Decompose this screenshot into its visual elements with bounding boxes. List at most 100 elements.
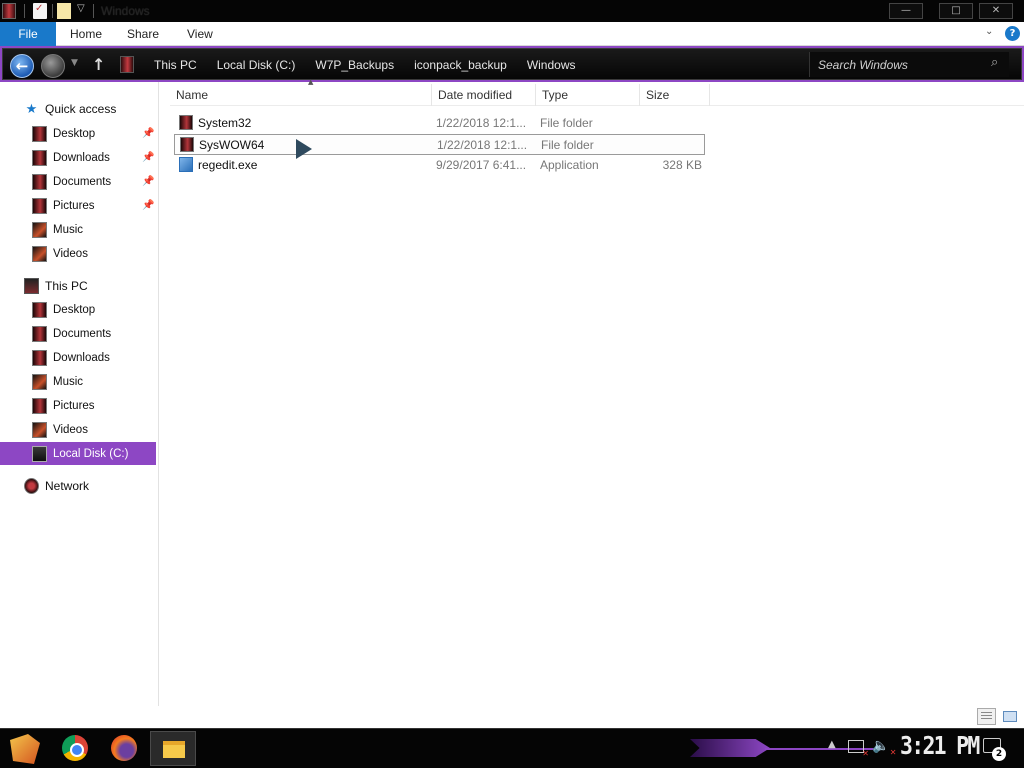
search-input[interactable] <box>818 56 978 73</box>
nav-pc-desktop[interactable]: Desktop <box>32 302 95 318</box>
nav-item-label: Local Disk (C:) <box>53 448 129 460</box>
up-arrow-icon[interactable]: ↑ <box>92 55 105 74</box>
nav-item-label: Documents <box>53 176 112 188</box>
firefox-icon[interactable] <box>111 735 137 761</box>
downloads-icon <box>32 150 47 166</box>
nav-item-label: Desktop <box>53 128 96 140</box>
pin-icon[interactable]: 📌 <box>142 128 154 139</box>
breadcrumb-iconpack-backup[interactable]: iconpack_backup <box>414 58 507 72</box>
nav-item-label: Music <box>53 376 84 388</box>
tab-home[interactable]: Home <box>70 22 102 46</box>
new-folder-quick-access-icon[interactable] <box>57 3 71 19</box>
taskbar-clock[interactable]: 3:21 PM <box>900 731 980 760</box>
breadcrumb-local-disk[interactable]: Local Disk (C:) <box>217 58 296 72</box>
nav-qa-documents[interactable]: Documents <box>32 174 111 190</box>
application-icon <box>179 157 193 172</box>
forward-button[interactable] <box>41 54 65 78</box>
column-headers: ▲ Name Date modified Type Size <box>170 78 1024 106</box>
file-explorer-taskbar-button[interactable] <box>150 731 196 766</box>
ribbon-tabs: File Home Share View ⌄ ? <box>0 22 1024 46</box>
title-divider <box>93 4 94 18</box>
file-date: 1/22/2018 12:1... <box>436 116 527 130</box>
nav-this-pc-label: This PC <box>45 279 88 293</box>
desktop-icon <box>32 126 47 142</box>
nav-qa-pictures[interactable]: Pictures <box>32 198 95 214</box>
file-explorer-icon <box>163 741 185 758</box>
recent-locations-chevron-icon[interactable]: ▼ <box>71 58 78 68</box>
pin-icon[interactable]: 📌 <box>142 200 154 211</box>
star-icon: ★ <box>25 101 38 116</box>
network-icon <box>24 478 39 494</box>
show-hidden-icons-chevron-icon[interactable]: ▲ <box>828 739 836 750</box>
breadcrumb: This PC Local Disk (C:) W7P_Backups icon… <box>154 49 596 81</box>
nav-quick-access[interactable]: ★ Quick access <box>24 101 117 117</box>
column-header-size[interactable]: Size <box>640 84 710 106</box>
tab-file[interactable]: File <box>0 22 56 46</box>
search-icon[interactable]: ⌕ <box>991 55 998 70</box>
start-icon[interactable] <box>10 734 40 764</box>
breadcrumb-w7p-backups[interactable]: W7P_Backups <box>315 58 394 72</box>
nav-this-pc[interactable]: This PC <box>24 278 88 294</box>
notification-count-badge: 2 <box>992 747 1006 761</box>
tab-view[interactable]: View <box>187 22 213 46</box>
nav-qa-videos[interactable]: Videos <box>32 246 88 262</box>
title-bar: ▽ Windows — □ ✕ <box>0 0 1024 22</box>
column-header-date-modified[interactable]: Date modified <box>432 84 536 106</box>
folder-icon <box>180 137 194 152</box>
drive-icon <box>32 446 47 462</box>
nav-item-label: Desktop <box>53 304 96 316</box>
nav-item-label: Videos <box>53 248 88 260</box>
nav-network[interactable]: Network <box>24 478 89 494</box>
navigation-pane: ★ Quick access Desktop 📌 Downloads 📌 Doc… <box>0 82 159 706</box>
tab-share[interactable]: Share <box>127 22 159 46</box>
breadcrumb-windows[interactable]: Windows <box>527 58 576 72</box>
chrome-icon[interactable] <box>62 735 88 761</box>
close-button[interactable]: ✕ <box>979 3 1013 19</box>
file-date: 9/29/2017 6:41... <box>436 158 527 172</box>
address-bar: ← ▼ ↑ This PC Local Disk (C:) W7P_Backup… <box>0 46 1024 82</box>
column-header-name[interactable]: Name <box>170 84 432 106</box>
folder-app-icon[interactable] <box>2 3 16 19</box>
nav-qa-music[interactable]: Music <box>32 222 83 238</box>
nav-qa-downloads[interactable]: Downloads <box>32 150 110 166</box>
pin-icon[interactable]: 📌 <box>142 176 154 187</box>
maximize-button[interactable]: □ <box>939 3 973 19</box>
documents-icon <box>32 174 47 190</box>
nav-pc-pictures[interactable]: Pictures <box>32 398 95 414</box>
nav-pc-music[interactable]: Music <box>32 374 83 390</box>
minimize-button[interactable]: — <box>889 3 923 19</box>
customize-quick-access-chevron-icon[interactable]: ▽ <box>77 3 85 14</box>
pin-icon[interactable]: 📌 <box>142 152 154 163</box>
file-row-selected[interactable]: SysWOW64 1/22/2018 12:1... File folder <box>174 134 705 155</box>
file-row[interactable]: System32 1/22/2018 12:1... File folder <box>174 113 705 134</box>
file-name: regedit.exe <box>198 158 258 172</box>
back-button[interactable]: ← <box>10 54 34 78</box>
nav-pc-documents[interactable]: Documents <box>32 326 111 342</box>
large-icons-view-button[interactable] <box>1000 708 1019 725</box>
nav-local-disk-row: Local Disk (C:) <box>32 446 128 462</box>
nav-pc-local-disk[interactable]: Local Disk (C:) <box>0 442 156 465</box>
nav-item-label: Pictures <box>53 400 95 412</box>
nav-pc-videos[interactable]: Videos <box>32 422 88 438</box>
mouse-pointer-icon <box>296 139 312 159</box>
expand-ribbon-chevron-icon[interactable]: ⌄ <box>985 26 993 37</box>
column-header-type[interactable]: Type <box>536 84 640 106</box>
music-icon <box>32 374 47 390</box>
nav-pc-downloads[interactable]: Downloads <box>32 350 110 366</box>
details-view-button[interactable] <box>977 708 996 725</box>
nav-item-label: Videos <box>53 424 88 436</box>
search-box: ⌕ <box>809 52 1009 77</box>
desktop-icon <box>32 302 47 318</box>
documents-icon <box>32 326 47 342</box>
help-icon[interactable]: ? <box>1005 26 1020 41</box>
breadcrumb-this-pc[interactable]: This PC <box>154 58 197 72</box>
network-disconnected-icon[interactable] <box>848 740 869 758</box>
nav-qa-desktop[interactable]: Desktop <box>32 126 95 142</box>
nav-item-label: Music <box>53 224 84 236</box>
window-title: Windows <box>101 4 150 18</box>
volume-muted-icon[interactable]: 🔈 <box>872 738 897 757</box>
properties-quick-access-icon[interactable] <box>33 3 47 19</box>
file-row[interactable]: regedit.exe 9/29/2017 6:41... Applicatio… <box>174 155 705 176</box>
file-size <box>637 135 703 156</box>
nav-item-label: Downloads <box>53 352 110 364</box>
